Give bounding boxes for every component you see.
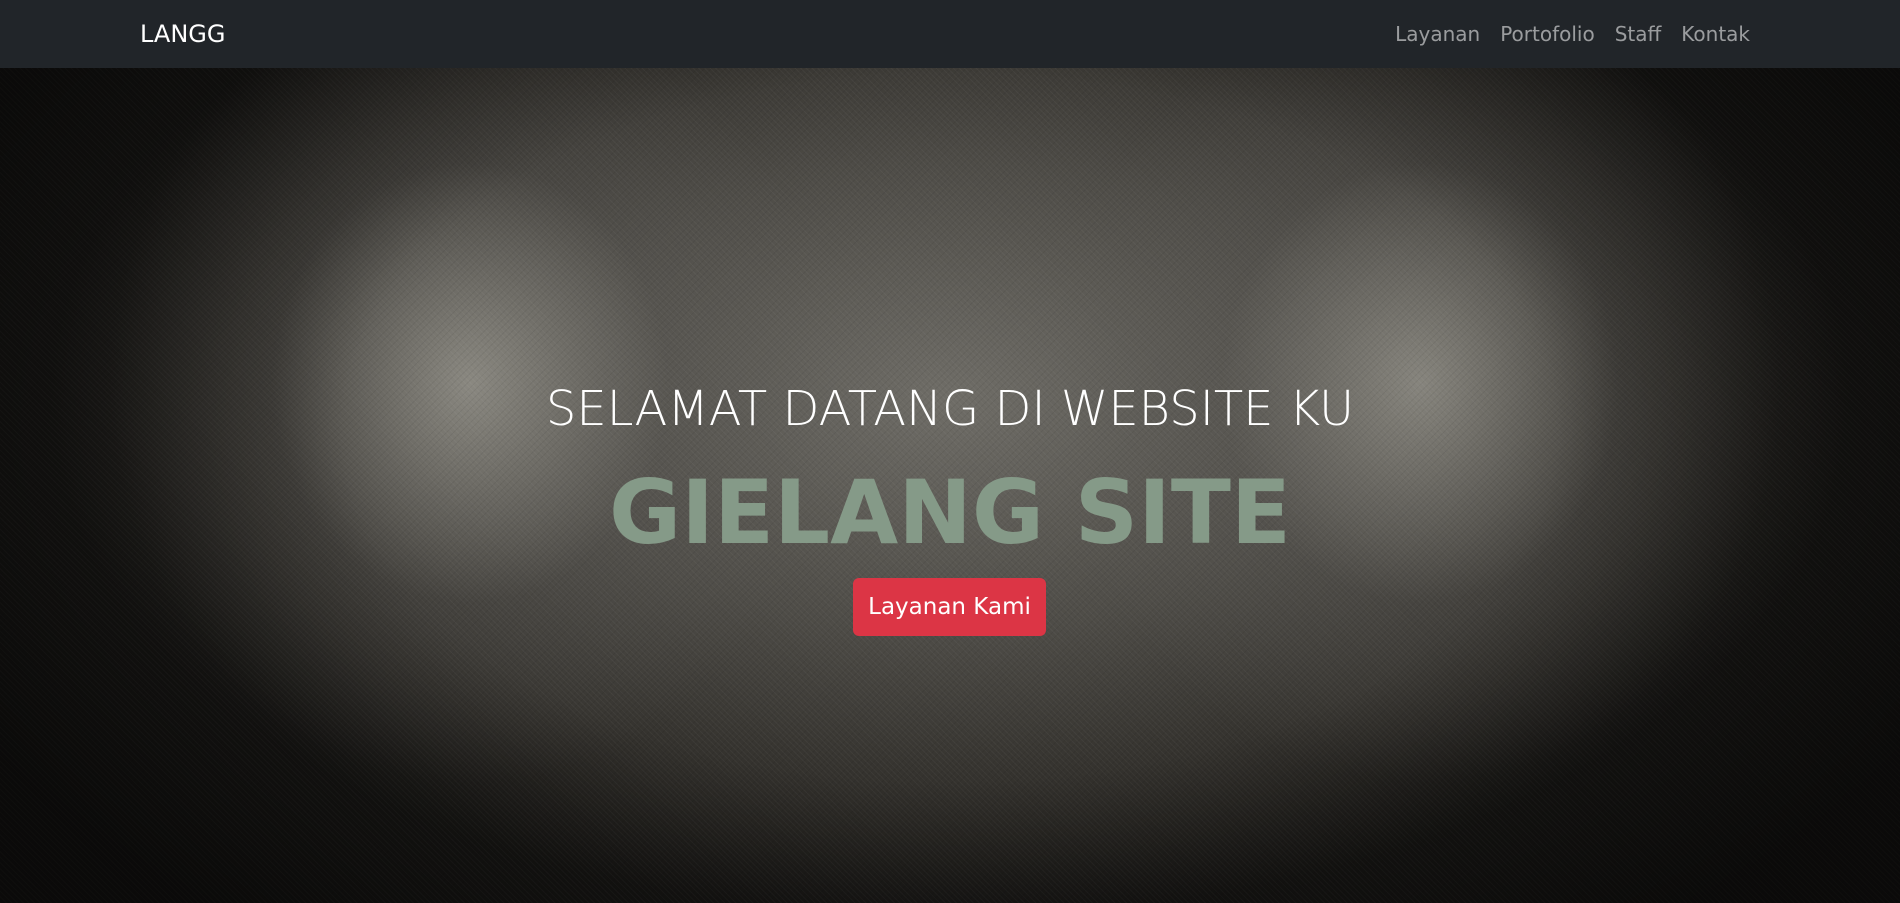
brand-logo[interactable]: LANGG: [140, 18, 226, 50]
nav-link-portofolio[interactable]: Portofolio: [1500, 18, 1595, 50]
hero-section: SELAMAT DATANG DI WEBSITE KU GIELANG SIT…: [0, 68, 1900, 903]
hero-title: GIELANG SITE: [608, 461, 1292, 564]
nav-link-layanan[interactable]: Layanan: [1395, 18, 1480, 50]
services-button[interactable]: Layanan Kami: [853, 578, 1046, 636]
nav-link-kontak[interactable]: Kontak: [1681, 18, 1750, 50]
nav-link-staff[interactable]: Staff: [1615, 18, 1662, 50]
navbar: LANGG Layanan Portofolio Staff Kontak: [0, 0, 1900, 68]
hero-subtitle: SELAMAT DATANG DI WEBSITE KU: [545, 381, 1355, 437]
nav-links: Layanan Portofolio Staff Kontak: [1395, 18, 1750, 50]
